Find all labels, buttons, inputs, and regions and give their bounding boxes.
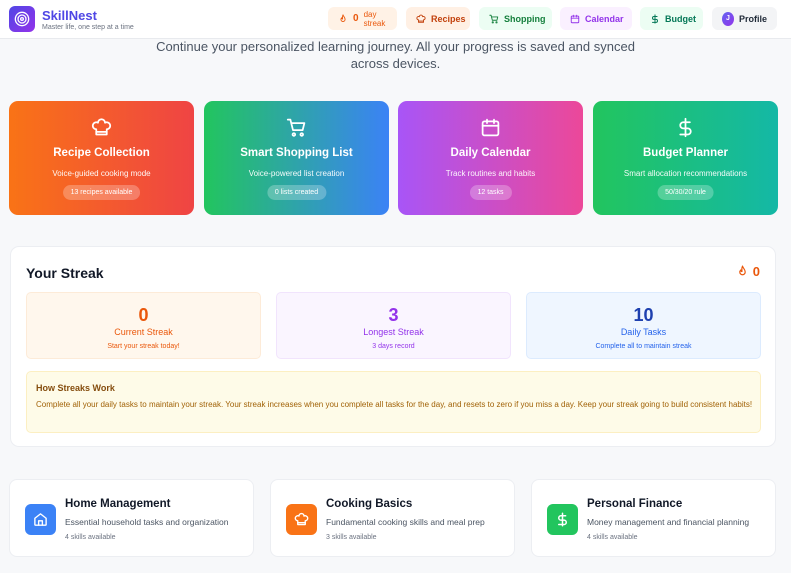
top-header: SkillNest Master life, one step at a tim… xyxy=(0,0,791,39)
stat-sub: Complete all to maintain streak xyxy=(595,343,692,350)
stat-daily-tasks: 10 Daily Tasks Complete all to maintain … xyxy=(526,292,761,359)
feature-card-calendar[interactable]: Daily Calendar Track routines and habits… xyxy=(398,101,583,215)
streak-label: day streak xyxy=(363,9,386,28)
how-streaks-work-box: How Streaks Work Complete all your daily… xyxy=(26,371,761,433)
nav-budget-button[interactable]: Budget xyxy=(640,7,703,30)
category-card-cooking[interactable]: Cooking Basics Fundamental cooking skill… xyxy=(270,479,515,557)
stat-label: Daily Tasks xyxy=(620,327,667,337)
category-card-home[interactable]: Home Management Essential household task… xyxy=(9,479,254,557)
streak-panel: Your Streak 0 0 Current Streak Start you… xyxy=(10,246,776,447)
streak-count: 0 xyxy=(353,13,359,24)
stat-label: Current Streak xyxy=(114,327,173,337)
feature-badge: 0 lists created xyxy=(266,185,327,200)
feature-title: Daily Calendar xyxy=(450,147,531,159)
chef-hat-icon xyxy=(294,512,309,526)
nav-profile-button[interactable]: J Profile xyxy=(712,7,777,30)
category-desc: Fundamental cooking skills and meal prep xyxy=(326,517,485,527)
category-desc: Essential household tasks and organizati… xyxy=(65,517,229,527)
category-title: Home Management xyxy=(65,498,171,510)
stat-sub: Start your streak today! xyxy=(107,343,180,350)
feature-card-budget[interactable]: Budget Planner Smart allocation recommen… xyxy=(593,101,778,215)
nav-recipes-label: Recipes xyxy=(431,13,466,24)
intro-text: Continue your personalized learning jour… xyxy=(156,39,635,71)
streak-counter: 0 xyxy=(736,264,760,279)
feature-title: Budget Planner xyxy=(643,147,728,159)
nav-recipes-button[interactable]: Recipes xyxy=(406,7,470,30)
brand-tagline: Master life, one step at a time xyxy=(42,24,134,31)
category-title: Cooking Basics xyxy=(326,498,413,510)
feature-badge: 13 recipes available xyxy=(62,185,141,200)
category-desc: Money management and financial planning xyxy=(587,517,750,527)
dollar-icon xyxy=(558,512,567,527)
streak-title: Your Streak xyxy=(26,265,104,281)
calendar-icon xyxy=(570,14,580,23)
calendar-icon xyxy=(481,118,500,137)
stat-current-streak: 0 Current Streak Start your streak today… xyxy=(26,292,261,359)
feature-title: Recipe Collection xyxy=(53,147,150,159)
avatar: J xyxy=(722,11,734,26)
feature-card-shopping[interactable]: Smart Shopping List Voice-powered list c… xyxy=(204,101,389,215)
category-card-finance[interactable]: Personal Finance Money management and fi… xyxy=(531,479,776,557)
stat-value: 0 xyxy=(138,305,149,325)
dollar-icon xyxy=(679,117,692,138)
feature-badge: 50/30/20 rule xyxy=(657,185,714,200)
brand-name[interactable]: SkillNest xyxy=(42,8,97,23)
category-title: Personal Finance xyxy=(587,498,683,510)
nav-calendar-button[interactable]: Calendar xyxy=(560,7,632,30)
chef-hat-icon xyxy=(91,118,112,136)
stat-value: 3 xyxy=(388,305,399,325)
home-icon xyxy=(34,513,47,526)
nav-profile-label: Profile xyxy=(738,13,767,24)
nav-budget-label: Budget xyxy=(665,13,696,24)
how-title: How Streaks Work xyxy=(36,383,115,393)
chef-hat-icon xyxy=(416,14,426,23)
feature-badge: 12 tasks xyxy=(469,185,512,200)
flame-icon xyxy=(340,13,346,22)
nav-calendar-label: Calendar xyxy=(585,13,624,24)
cart-icon xyxy=(286,118,306,137)
category-count: 4 skills available xyxy=(587,534,638,541)
stat-value: 10 xyxy=(633,305,654,325)
flame-icon xyxy=(738,265,746,276)
nav-shopping-label: Shopping xyxy=(504,13,546,24)
feature-desc: Track routines and habits xyxy=(445,169,536,178)
streak-counter-value: 0 xyxy=(752,264,760,279)
nav-shopping-button[interactable]: Shopping xyxy=(479,7,552,30)
category-count: 4 skills available xyxy=(65,534,116,541)
feature-desc: Voice-powered list creation xyxy=(248,169,345,178)
feature-card-recipes[interactable]: Recipe Collection Voice-guided cooking m… xyxy=(9,101,194,215)
dollar-icon xyxy=(652,13,658,24)
nav-streak-button[interactable]: 0 day streak xyxy=(328,7,397,30)
feature-desc: Smart allocation recommendations xyxy=(623,169,748,178)
logo[interactable] xyxy=(9,6,35,32)
feature-desc: Voice-guided cooking mode xyxy=(52,169,151,178)
stat-label: Longest Streak xyxy=(363,327,424,337)
cart-icon xyxy=(489,14,499,23)
category-count: 3 skills available xyxy=(326,534,377,541)
feature-title: Smart Shopping List xyxy=(240,147,353,159)
how-text: Complete all your daily tasks to maintai… xyxy=(36,400,753,409)
target-icon xyxy=(14,11,30,27)
stat-longest-streak: 3 Longest Streak 3 days record xyxy=(276,292,511,359)
stat-sub: 3 days record xyxy=(372,343,415,350)
